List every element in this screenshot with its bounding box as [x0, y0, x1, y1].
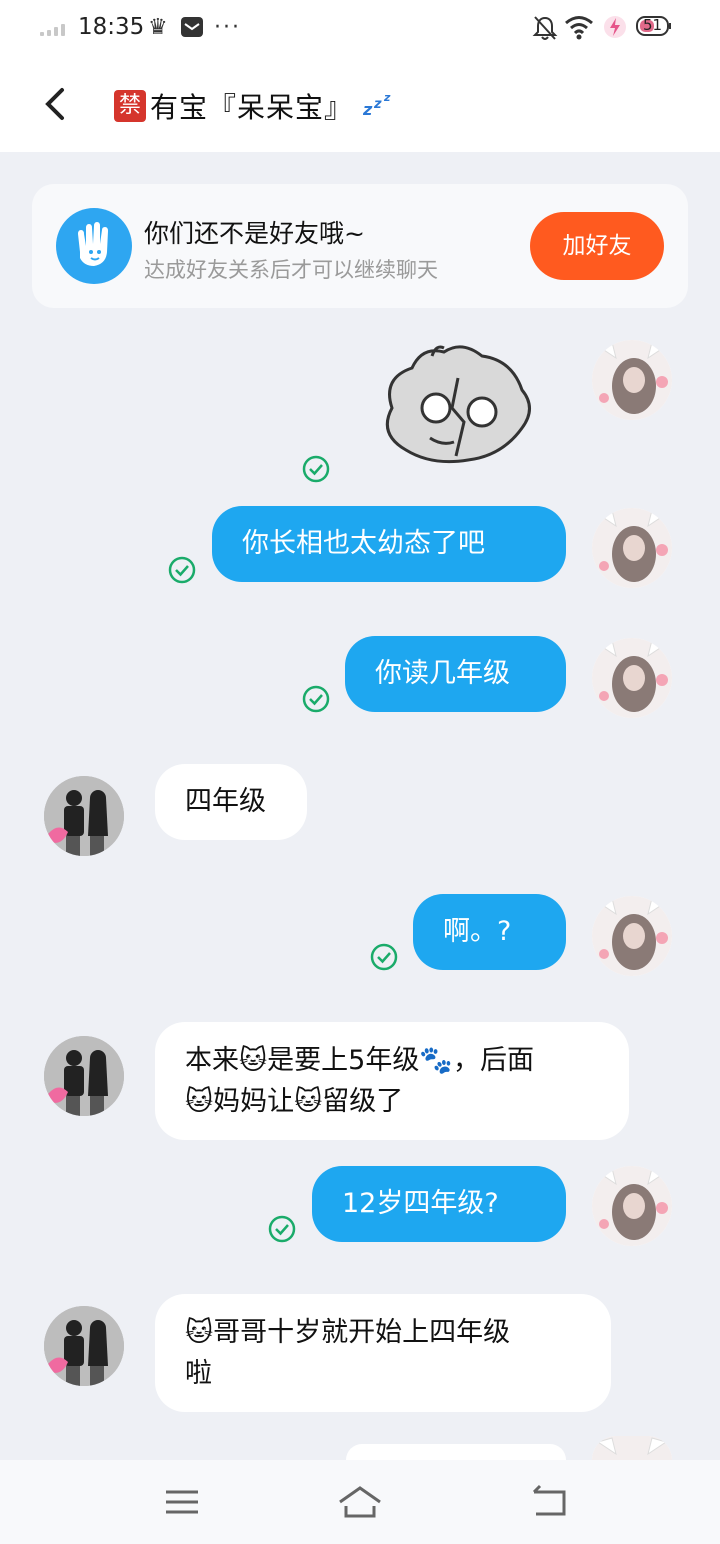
battery-icon: 51	[636, 14, 672, 42]
my-avatar[interactable]	[592, 508, 672, 588]
zzz-icon: zzz	[362, 91, 399, 122]
message-bubble-received[interactable]: 四年级	[155, 764, 307, 840]
back-button[interactable]	[38, 82, 78, 126]
crown-icon: ♛	[148, 15, 168, 40]
wave-hand-icon	[56, 208, 132, 284]
message-bubble-received[interactable]: 🐱哥哥十岁就开始上四年级 啦	[155, 1294, 611, 1412]
chat-header: 禁 有宝『呆呆宝』 zzz	[0, 56, 720, 152]
my-avatar[interactable]	[592, 638, 672, 718]
contact-avatar[interactable]	[44, 1036, 124, 1116]
banner-subtitle: 达成好友关系后才可以继续聊天	[144, 258, 438, 282]
mute-bell-icon	[532, 14, 558, 42]
contact-avatar[interactable]	[44, 1306, 124, 1386]
ban-badge: 禁	[114, 90, 146, 122]
message-line: 🐱哥哥十岁就开始上四年级	[185, 1317, 511, 1348]
status-bar: 18:35 ♛ ··· 51	[0, 0, 720, 56]
message-line: 啦	[185, 1358, 212, 1389]
read-check-icon	[168, 556, 196, 584]
svg-text:z: z	[363, 100, 373, 117]
my-avatar[interactable]	[592, 1436, 672, 1460]
read-check-icon	[268, 1215, 296, 1243]
system-nav-bar	[0, 1460, 720, 1544]
home-icon[interactable]	[336, 1480, 384, 1524]
banner-title: 你们还不是好友哦~	[144, 219, 365, 248]
more-icon: ···	[214, 15, 241, 40]
not-friends-banner: 你们还不是好友哦~ 达成好友关系后才可以继续聊天 加好友	[32, 184, 688, 308]
chevron-left-icon	[45, 88, 64, 120]
back-nav-icon[interactable]	[528, 1480, 572, 1524]
status-time: 18:35	[78, 14, 145, 40]
message-icon	[180, 16, 204, 46]
signal-icon	[40, 22, 70, 36]
message-bubble-sent[interactable]: 你读几年级	[345, 636, 566, 712]
message-bubble-sent[interactable]: 12岁四年级?	[312, 1166, 566, 1242]
charging-icon	[602, 14, 628, 42]
svg-text:z: z	[373, 97, 382, 112]
message-bubble-sent[interactable]: 啊。?	[413, 894, 566, 970]
menu-icon[interactable]	[160, 1480, 204, 1524]
chat-title: 禁 有宝『呆呆宝』 zzz	[114, 84, 399, 128]
message-bubble-sent[interactable]: 你长相也太幼态了吧	[212, 506, 566, 582]
my-avatar[interactable]	[592, 1166, 672, 1246]
message-line: 本来🐱是要上5年级🐾，后面	[185, 1045, 534, 1076]
contact-name: 有宝『呆呆宝』	[150, 91, 354, 124]
read-check-icon	[370, 943, 398, 971]
read-check-icon	[302, 455, 330, 483]
message-line: 🐱妈妈让🐱留级了	[185, 1086, 404, 1117]
svg-text:z: z	[383, 91, 391, 104]
wifi-icon	[564, 14, 594, 42]
message-bubble-received[interactable]: 本来🐱是要上5年级🐾，后面 🐱妈妈让🐱留级了	[155, 1022, 629, 1140]
add-friend-button[interactable]: 加好友	[530, 212, 664, 280]
my-avatar[interactable]	[592, 340, 672, 420]
contact-avatar[interactable]	[44, 776, 124, 856]
my-avatar[interactable]	[592, 896, 672, 976]
battery-level: 51	[643, 16, 663, 34]
read-check-icon	[302, 685, 330, 713]
partial-message-image[interactable]	[346, 1444, 566, 1460]
sticker-image[interactable]	[372, 338, 538, 466]
